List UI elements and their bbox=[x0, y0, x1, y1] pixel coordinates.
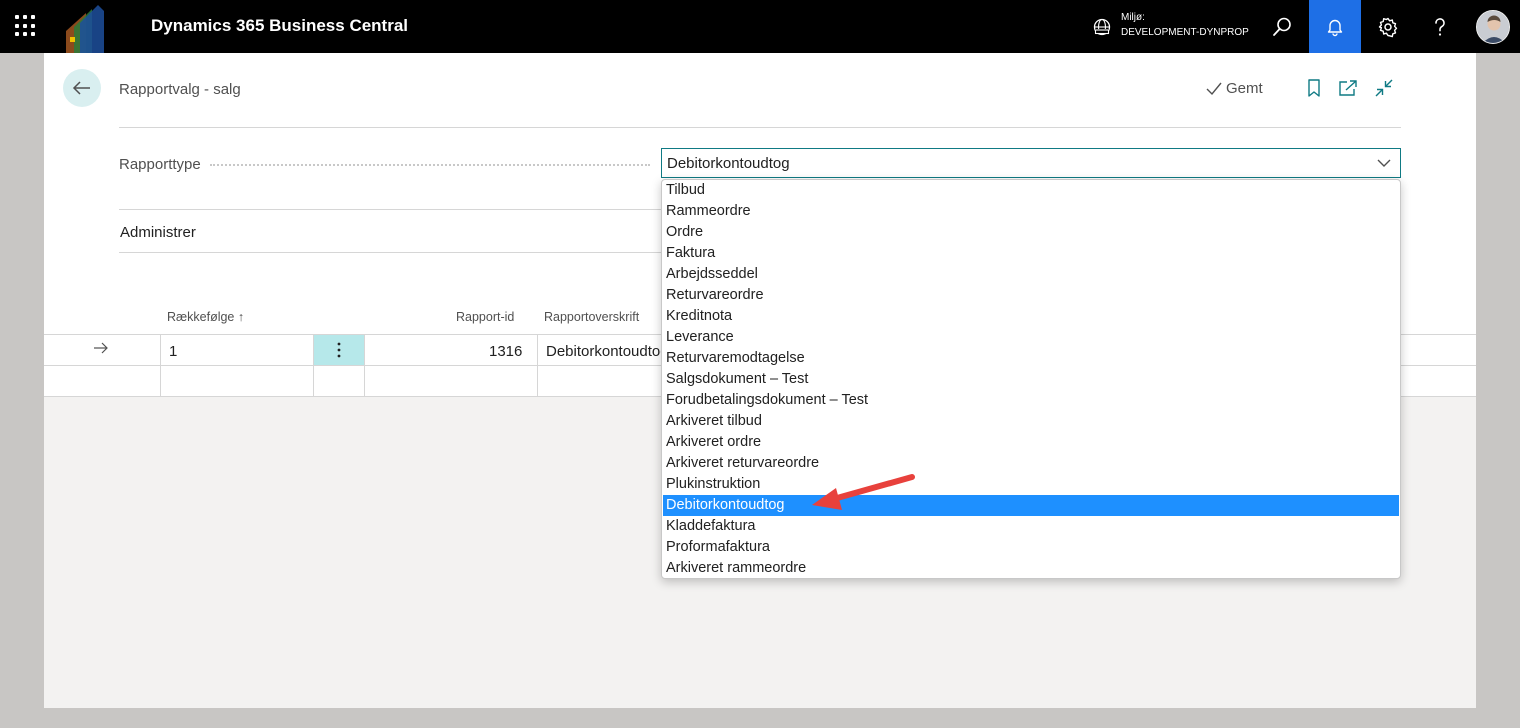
notifications-button[interactable] bbox=[1309, 0, 1361, 53]
dropdown-option[interactable]: Faktura bbox=[663, 243, 1399, 264]
header-divider bbox=[119, 127, 1401, 128]
dropdown-option[interactable]: Rammeordre bbox=[663, 201, 1399, 222]
grid-column-line bbox=[160, 335, 161, 396]
gear-icon bbox=[1378, 17, 1398, 37]
dropdown-option[interactable]: Plukinstruktion bbox=[663, 474, 1399, 495]
dropdown-option[interactable]: Ordre bbox=[663, 222, 1399, 243]
checkmark-icon bbox=[1206, 82, 1222, 95]
user-avatar[interactable] bbox=[1476, 10, 1510, 44]
section-administrer[interactable]: Administrer bbox=[120, 224, 196, 241]
column-header-report-id[interactable]: Rapport-id bbox=[456, 310, 514, 324]
app-title: Dynamics 365 Business Central bbox=[151, 16, 409, 35]
dropdown-option[interactable]: Arkiveret returvareordre bbox=[663, 453, 1399, 474]
bell-icon bbox=[1327, 19, 1343, 36]
settings-button[interactable] bbox=[1362, 0, 1414, 53]
row-actions-button[interactable] bbox=[314, 335, 364, 365]
column-header-sequence-label: Rækkefølge bbox=[167, 310, 235, 324]
dropdown-option[interactable]: Forudbetalingsdokument – Test bbox=[663, 390, 1399, 411]
cell-sequence[interactable]: 1 bbox=[169, 343, 177, 360]
report-type-label: Rapporttype bbox=[119, 156, 201, 173]
chevron-down-icon bbox=[1377, 159, 1391, 167]
grid-column-line bbox=[364, 335, 365, 396]
dropdown-option[interactable]: Kreditnota bbox=[663, 306, 1399, 327]
dropdown-option[interactable]: Arkiveret tilbud bbox=[663, 411, 1399, 432]
dropdown-option[interactable]: Tilbud bbox=[663, 180, 1399, 201]
sort-ascending-icon: ↑ bbox=[237, 310, 245, 324]
dropdown-option[interactable]: Leverance bbox=[663, 327, 1399, 348]
search-icon bbox=[1273, 17, 1291, 36]
environment-value: DEVELOPMENT-DYNPROP bbox=[1121, 27, 1249, 38]
dropdown-option[interactable]: Kladdefaktura bbox=[663, 516, 1399, 537]
help-icon bbox=[1435, 17, 1445, 36]
open-new-window-button[interactable] bbox=[1337, 77, 1359, 99]
field-leader-dots bbox=[210, 164, 650, 166]
search-button[interactable] bbox=[1256, 0, 1308, 53]
dropdown-option[interactable]: Returvaremodtagelse bbox=[663, 348, 1399, 369]
saved-label: Gemt bbox=[1226, 80, 1263, 97]
dropdown-option[interactable]: Debitorkontoudtog bbox=[663, 495, 1399, 516]
dropdown-option[interactable]: Arkiveret ordre bbox=[663, 432, 1399, 453]
collapse-icon bbox=[1375, 79, 1393, 97]
arrow-left-icon bbox=[72, 81, 90, 95]
bookmark-icon bbox=[1308, 79, 1320, 97]
globe-icon bbox=[1093, 18, 1111, 36]
top-bar: Dynamics 365 Business Central Miljø: DEV… bbox=[0, 0, 1520, 53]
row-indicator-arrow-icon bbox=[92, 341, 110, 359]
dropdown-option[interactable]: Returvareordre bbox=[663, 285, 1399, 306]
page-title: Rapportvalg - salg bbox=[119, 81, 241, 98]
report-type-value: Debitorkontoudtog bbox=[667, 155, 790, 172]
dropdown-option[interactable]: Proformafaktura bbox=[663, 537, 1399, 558]
company-logo bbox=[66, 5, 104, 53]
back-button[interactable] bbox=[63, 69, 101, 107]
dropdown-option[interactable]: Arbejdsseddel bbox=[663, 264, 1399, 285]
waffle-icon[interactable] bbox=[15, 15, 37, 37]
saved-status: Gemt bbox=[1206, 80, 1263, 97]
open-in-new-window-icon bbox=[1339, 80, 1357, 96]
dropdown-option[interactable]: Salgsdokument – Test bbox=[663, 369, 1399, 390]
user-photo-icon bbox=[1477, 11, 1509, 43]
cell-report-id[interactable]: 1316 bbox=[489, 343, 522, 360]
bookmark-button[interactable] bbox=[1303, 77, 1325, 99]
grid-column-line bbox=[537, 335, 538, 396]
column-header-report-caption[interactable]: Rapportoverskrift bbox=[544, 310, 639, 324]
section-divider-top bbox=[119, 209, 661, 210]
dropdown-option[interactable]: Arkiveret rammeordre bbox=[663, 558, 1399, 578]
more-vertical-icon bbox=[337, 342, 341, 358]
collapse-button[interactable] bbox=[1373, 77, 1395, 99]
environment-label: Miljø: bbox=[1121, 12, 1145, 23]
section-divider-bottom bbox=[119, 252, 661, 253]
report-type-dropdown-list: Tilbud Rammeordre Ordre Faktura Arbejdssedde… bbox=[661, 179, 1401, 579]
report-type-select[interactable]: Debitorkontoudtog bbox=[661, 148, 1401, 178]
column-header-sequence[interactable]: Rækkefølge ↑ bbox=[167, 310, 244, 324]
cell-report-caption[interactable]: Debitorkontoudtog bbox=[546, 343, 669, 360]
help-button[interactable] bbox=[1414, 0, 1466, 53]
